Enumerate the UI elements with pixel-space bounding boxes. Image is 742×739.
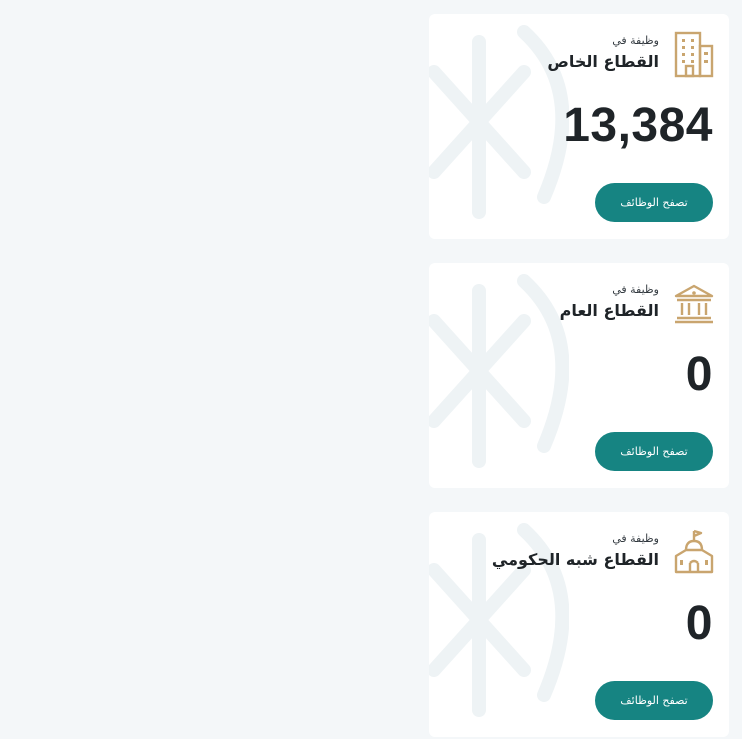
- job-count: 0: [685, 348, 713, 401]
- job-prefix-label: وظيفة في: [612, 532, 659, 545]
- semi-government-building-icon: [674, 529, 714, 574]
- job-prefix-label: وظيفة في: [612, 34, 659, 47]
- browse-jobs-button[interactable]: تصفح الوظائف: [595, 432, 713, 471]
- sector-title: القطاع شبه الحكومي: [491, 550, 659, 569]
- browse-jobs-button[interactable]: تصفح الوظائف: [595, 681, 713, 720]
- job-prefix-label: وظيفة في: [612, 283, 659, 296]
- sector-title: القطاع العام: [559, 301, 659, 320]
- office-building-icon: [674, 31, 714, 78]
- job-count: 0: [685, 597, 713, 650]
- watermark-emblem-icon: [429, 274, 569, 468]
- browse-jobs-button[interactable]: تصفح الوظائف: [595, 183, 713, 222]
- private-sector-card: وظيفة في القطاع الخاص 13,384 تصفح الوظائ…: [429, 14, 729, 239]
- public-sector-card: وظيفة في القطاع العام 0 تصفح الوظائف: [429, 263, 729, 488]
- semi-government-sector-card: وظيفة في القطاع شبه الحكومي 0 تصفح الوظا…: [429, 512, 729, 737]
- job-count: 13,384: [563, 99, 713, 152]
- government-building-icon: [674, 284, 714, 324]
- job-sector-cards: وظيفة في القطاع الخاص 13,384 تصفح الوظائ…: [0, 0, 742, 739]
- sector-title: القطاع الخاص: [547, 52, 659, 71]
